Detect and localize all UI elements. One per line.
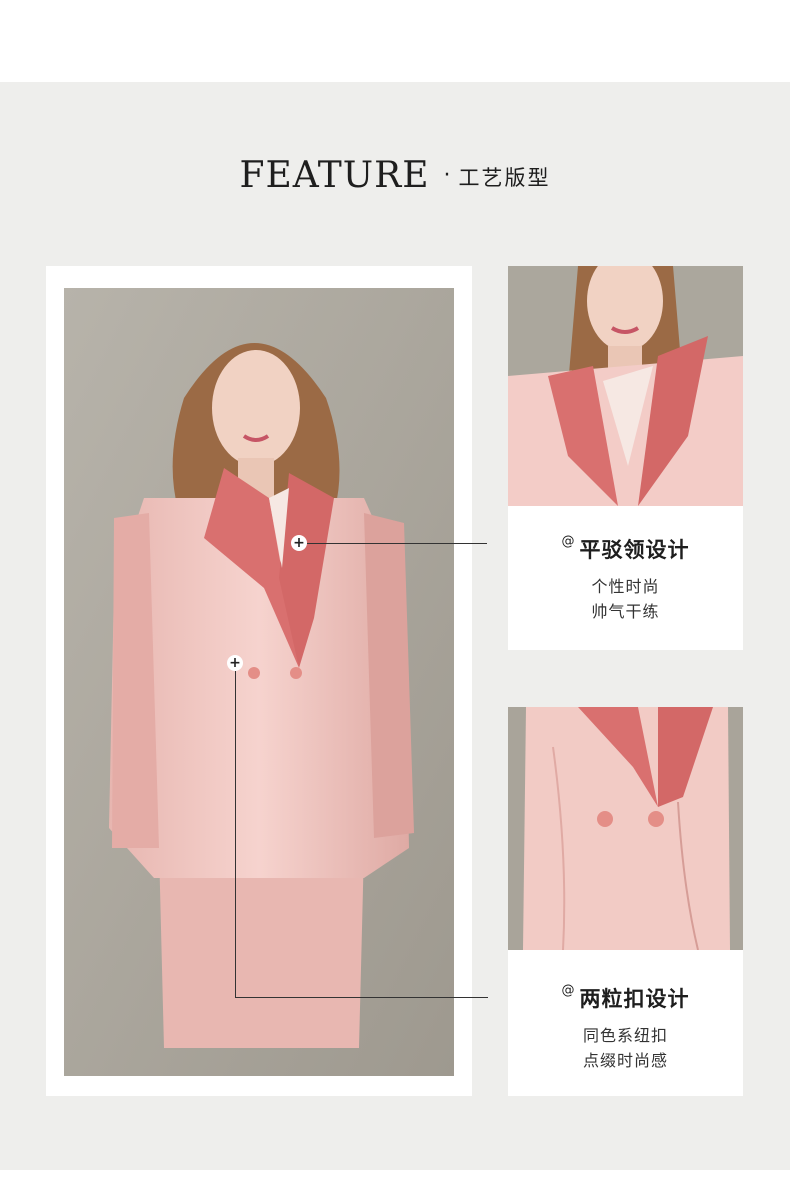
section-header: FEATURE · 工艺版型 [0, 150, 790, 200]
callout-line-lapel [307, 543, 487, 544]
lapel-line-2: 帅气干练 [591, 602, 660, 621]
header-subtitle: 工艺版型 [458, 166, 551, 190]
callout-line-buttons-vertical [235, 671, 236, 997]
buttons-line-1: 同色系纽扣 [582, 1026, 668, 1045]
buttons-title: @ 两粒扣设计 [508, 983, 743, 1013]
hotspot-lapel[interactable]: + [291, 535, 307, 551]
lapel-title-text: 平驳领设计 [579, 538, 690, 562]
buttons-caption: @ 两粒扣设计 同色系纽扣 点缀时尚感 [508, 983, 743, 1073]
lapel-line-1: 个性时尚 [591, 577, 660, 596]
buttons-line-2: 点缀时尚感 [582, 1051, 668, 1070]
lapel-closeup-photo [508, 266, 743, 506]
buttons-closeup-photo [508, 707, 743, 950]
feature-card-lapel: @ 平驳领设计 个性时尚 帅气干练 [508, 266, 743, 650]
hotspot-buttons[interactable]: + [227, 655, 243, 671]
lapel-title: @ 平驳领设计 [508, 534, 743, 564]
header-title: FEATURE [239, 154, 430, 196]
lapel-caption: @ 平驳领设计 个性时尚 帅气干练 [508, 534, 743, 624]
at-mark: @ [561, 983, 576, 998]
model-photo [64, 288, 454, 1076]
feature-card-buttons: @ 两粒扣设计 同色系纽扣 点缀时尚感 [508, 707, 743, 1096]
at-mark: @ [561, 534, 576, 549]
buttons-title-text: 两粒扣设计 [579, 987, 690, 1011]
header-separator: · [443, 162, 451, 188]
callout-line-buttons-horizontal [235, 997, 488, 998]
